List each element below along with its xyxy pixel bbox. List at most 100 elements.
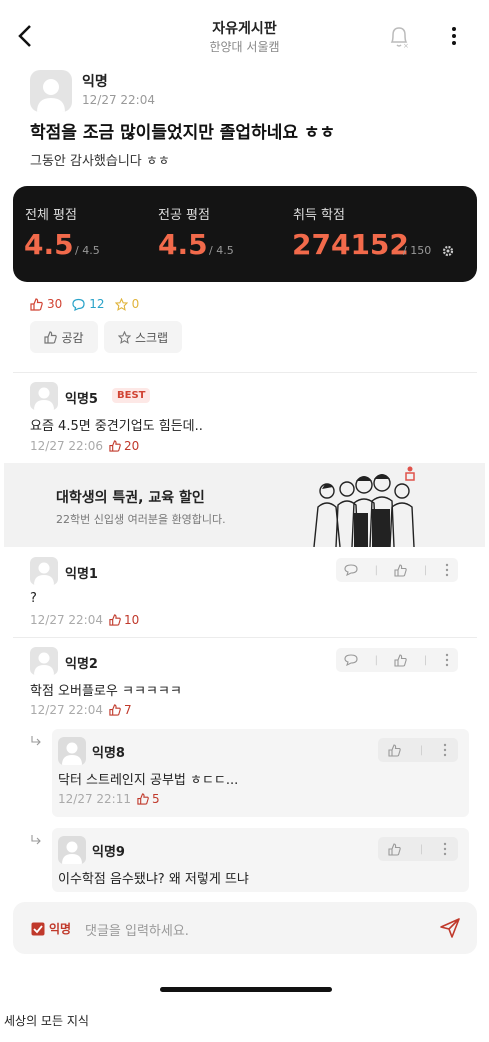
- credits-max: / 150: [403, 244, 432, 257]
- home-indicator: [160, 987, 332, 992]
- scrap-button[interactable]: 스크랩: [104, 321, 182, 353]
- anonymous-label: 익명: [49, 922, 72, 936]
- comment-meta: 12/27 22:06 20: [30, 439, 139, 453]
- comment-actions: | |: [336, 558, 458, 582]
- star-icon: [114, 297, 128, 311]
- gear-icon[interactable]: [442, 245, 454, 257]
- comment-time: 12/27 22:04: [30, 703, 103, 717]
- post-author: 익명: [82, 74, 108, 90]
- bell-off-icon: ×: [390, 27, 409, 50]
- avatar: [58, 737, 86, 765]
- notification-off-button[interactable]: ×: [388, 24, 410, 50]
- reply-arrow-icon: [31, 736, 41, 746]
- reply-author: 익명8: [92, 746, 125, 761]
- thumbs-up-icon: [44, 330, 58, 344]
- best-badge: BEST: [112, 388, 151, 403]
- more-vertical-icon[interactable]: [442, 743, 448, 757]
- reply-meta: 12/27 22:11 5: [58, 792, 160, 806]
- major-gpa-max: / 4.5: [209, 244, 234, 257]
- reply-like-count: 5: [151, 792, 160, 806]
- comment-author: 익명2: [65, 657, 98, 672]
- thumbs-up-icon: [30, 297, 43, 311]
- credits-label: 취득 학점: [293, 208, 345, 223]
- comment-input[interactable]: 댓글을 입력하세요.: [85, 920, 189, 939]
- overall-gpa-max: / 4.5: [75, 244, 100, 257]
- comment-meta: 12/27 22:04 7: [30, 703, 132, 717]
- post-body: 그동안 감사했습니다 ㅎㅎ: [30, 154, 170, 169]
- more-menu-button[interactable]: [446, 24, 462, 48]
- comment-icon: [72, 298, 85, 311]
- anonymous-toggle[interactable]: 익명: [31, 920, 71, 937]
- person-pin-icon: [405, 466, 415, 481]
- like-button-label: 공감: [61, 330, 84, 345]
- reply-item: 익명8 | 닥터 스트레인지 공부법 ㅎㄷㄷ... 12/27 22:11 5: [52, 729, 469, 817]
- avatar: [30, 70, 72, 112]
- thumbs-up-icon[interactable]: [388, 842, 401, 856]
- thumbs-up-icon[interactable]: [388, 743, 401, 757]
- reply-time: 12/27 22:11: [58, 792, 131, 806]
- scrap-count: 0: [131, 297, 140, 311]
- like-count: 30: [47, 297, 63, 311]
- avatar: [30, 557, 58, 585]
- reply-item: 익명9 | 이수학점 음수됐냐? 왜 저렇게 뜨냐: [52, 828, 469, 892]
- comment-text: ?: [30, 591, 37, 606]
- post-stats: 30 12 0: [30, 297, 139, 311]
- reply-icon[interactable]: [344, 654, 358, 666]
- major-gpa-label: 전공 평점: [158, 208, 210, 223]
- credits-value: 274152: [292, 228, 409, 261]
- comment-input-bar: 익명 댓글을 입력하세요.: [13, 902, 477, 954]
- overall-gpa-label: 전체 평점: [25, 208, 77, 223]
- star-icon: [117, 330, 131, 344]
- comment-actions: | |: [336, 648, 458, 672]
- thumbs-up-icon: [137, 793, 149, 805]
- reply-text: 이수학점 음수됐냐? 왜 저렇게 뜨냐: [58, 872, 249, 887]
- avatar: [30, 647, 58, 675]
- more-vertical-icon: [452, 27, 456, 45]
- reply-actions: |: [378, 738, 458, 762]
- reply-text: 닥터 스트레인지 공부법 ㅎㄷㄷ...: [58, 773, 239, 788]
- comment-like-count: 10: [123, 613, 140, 627]
- post-title: 학점을 조금 많이들었지만 졸업하네요 ㅎㅎ: [30, 123, 336, 143]
- ad-banner[interactable]: 대학생의 특권, 교육 할인 22학번 신입생 여러분을 환영합니다.: [4, 463, 485, 547]
- comment-text: 요즘 4.5면 중견기업도 힘든데..: [30, 419, 203, 434]
- reply-icon[interactable]: [344, 564, 358, 576]
- thumbs-up-icon[interactable]: [394, 563, 408, 577]
- comment-time: 12/27 22:06: [30, 439, 103, 453]
- send-icon[interactable]: [439, 917, 461, 939]
- divider: [13, 372, 477, 373]
- avatar: [58, 836, 86, 864]
- scrap-button-label: 스크랩: [134, 330, 169, 345]
- overall-gpa-value: 4.5: [24, 228, 74, 261]
- major-gpa-value: 4.5: [158, 228, 208, 261]
- avatar: [30, 382, 58, 410]
- grade-card: 전체 평점 4.5 / 4.5 전공 평점 4.5 / 4.5 취득 학점 27…: [13, 186, 477, 282]
- post-time: 12/27 22:04: [82, 93, 155, 107]
- comment-author: 익명5: [65, 392, 98, 407]
- like-button[interactable]: 공감: [30, 321, 98, 353]
- more-vertical-icon[interactable]: [444, 563, 450, 577]
- caption: 세상의 모든 지식: [4, 1014, 89, 1028]
- comment-count: 12: [89, 297, 105, 311]
- svg-text:×: ×: [403, 42, 409, 50]
- board-subtitle: 한양대 서울캠: [209, 40, 280, 54]
- comment-text: 학점 오버플로우 ㅋㅋㅋㅋㅋ: [30, 684, 182, 699]
- thumbs-up-icon: [109, 614, 121, 626]
- checkbox-checked-icon: [31, 922, 45, 935]
- comment-like-count: 7: [123, 703, 132, 717]
- reply-actions: |: [378, 837, 458, 861]
- ad-subtitle: 22학번 신입생 여러분을 환영합니다.: [56, 513, 226, 526]
- page-title: 자유게시판: [212, 21, 277, 37]
- more-vertical-icon[interactable]: [442, 842, 448, 856]
- comment-meta: 12/27 22:04 10: [30, 613, 139, 627]
- divider: [13, 637, 477, 638]
- comment-author: 익명1: [65, 567, 98, 582]
- ad-title: 대학생의 특권, 교육 할인: [56, 490, 205, 506]
- reply-author: 익명9: [92, 845, 125, 860]
- comment-time: 12/27 22:04: [30, 613, 103, 627]
- thumbs-up-icon[interactable]: [394, 653, 408, 667]
- more-vertical-icon[interactable]: [444, 653, 450, 667]
- reply-arrow-icon: [31, 835, 41, 845]
- thumbs-up-icon: [109, 440, 121, 452]
- thumbs-up-icon: [109, 704, 121, 716]
- comment-like-count: 20: [123, 439, 140, 453]
